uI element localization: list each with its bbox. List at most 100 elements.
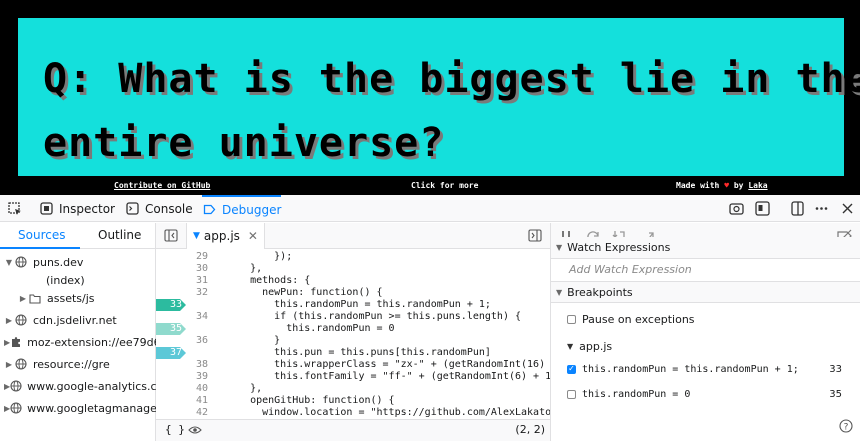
toggle-sources-icon[interactable] (164, 229, 178, 245)
code-line[interactable]: 36 } (156, 335, 550, 347)
line-number[interactable]: 32 (156, 287, 210, 299)
breakpoint-code: this.randomPun = this.randomPun + 1; (582, 363, 799, 375)
line-number[interactable]: 31 (156, 275, 210, 287)
breakpoint-file-row[interactable]: ▼ app.js (551, 337, 860, 355)
heart-icon: ♥ (724, 181, 730, 190)
line-number[interactable]: 33 (156, 299, 184, 311)
tab-sources[interactable]: Sources (18, 228, 65, 242)
code-line[interactable]: 38 this.wrapperClass = "zx-" + (getRando… (156, 359, 550, 371)
click-for-more-text[interactable]: Click for more (411, 181, 478, 190)
pretty-print-button[interactable]: { } (165, 423, 185, 436)
breakpoint-checkbox[interactable] (567, 389, 576, 399)
editor-status-bar: { } (2, 2) (156, 419, 550, 441)
picker-icon (8, 201, 22, 216)
code-line[interactable]: 35 this.randomPun = 0 (156, 323, 550, 335)
code-line[interactable]: 40 }, (156, 383, 550, 395)
breakpoint-line: 35 (829, 388, 842, 400)
made-with-credit: Made with ♥ by Laka (676, 181, 768, 190)
author-link[interactable]: Laka (748, 181, 767, 190)
tab-inspector-label: Inspector (59, 201, 115, 216)
tree-item-index[interactable]: (index) (0, 271, 156, 289)
chevron-down-icon: ▼ (556, 287, 563, 297)
add-watch-expression-input[interactable]: Add Watch Expression (569, 263, 692, 276)
tree-item-puns-dev[interactable]: ▼ puns.dev (0, 253, 156, 271)
line-number[interactable]: 35 (156, 323, 184, 335)
tree-label: www.googletagmanager (27, 401, 156, 415)
line-number[interactable]: 34 (156, 311, 210, 323)
tree-label: cdn.jsdelivr.net (33, 313, 117, 327)
tab-inspector[interactable]: Inspector (39, 195, 115, 222)
code-line[interactable]: 37 this.pun = this.puns[this.randomPun] (156, 347, 550, 359)
cursor-position: (2, 2) (515, 423, 545, 436)
tree-item-cdn[interactable]: ▶ cdn.jsdelivr.net (0, 311, 156, 329)
toggle-debugger-pane-icon[interactable] (528, 229, 542, 245)
pause-on-exceptions-row[interactable]: Pause on exceptions (551, 310, 860, 328)
line-number[interactable]: 36 (156, 335, 210, 347)
debugger-icon (202, 203, 216, 217)
code-text: window.location = "https://github.com/Al… (226, 407, 551, 418)
tree-item-googletagmanager[interactable]: ▶ www.googletagmanager (0, 399, 156, 417)
code-line[interactable]: 30 }, (156, 263, 550, 275)
tree-item-google-analytics[interactable]: ▶ www.google-analytics.c (0, 377, 156, 395)
code-line[interactable]: 34 if (this.randomPun >= this.puns.lengt… (156, 311, 550, 323)
code-text: openGitHub: function() { (226, 395, 395, 406)
question-panel[interactable]: Q: What is the biggest lie in the entire… (18, 18, 860, 176)
tree-item-moz-extension[interactable]: ▶ moz-extension://ee79d6 (0, 333, 156, 351)
breakpoint-code: this.randomPun = 0 (582, 388, 691, 400)
close-tab-icon[interactable]: ✕ (248, 229, 258, 243)
help-icon[interactable]: ? (839, 419, 853, 436)
code-line[interactable]: 41 openGitHub: function() { (156, 395, 550, 407)
tab-console[interactable]: Console (125, 195, 193, 222)
tab-outline[interactable]: Outline (98, 228, 141, 242)
breakpoint-line: 33 (829, 363, 842, 375)
close-icon[interactable] (840, 201, 855, 216)
code-text: if (this.randomPun >= this.puns.length) … (226, 311, 522, 322)
code-text: this.pun = this.puns[this.randomPun] (226, 347, 491, 358)
line-number[interactable]: 30 (156, 263, 210, 275)
line-number[interactable]: 38 (156, 359, 210, 371)
line-number[interactable]: 41 (156, 395, 210, 407)
code-line[interactable]: 32 newPun: function() { (156, 287, 550, 299)
line-number[interactable]: 42 (156, 407, 210, 419)
tab-console-label: Console (145, 201, 193, 216)
code-line[interactable]: 39 this.fontFamily = "ff-" + (getRandomI… (156, 371, 550, 383)
contribute-link[interactable]: Contribute on GitHub (114, 181, 210, 190)
code-text: this.randomPun = this.randomPun + 1; (226, 299, 491, 310)
tree-label: (index) (46, 273, 85, 287)
code-line[interactable]: 29 }); (156, 251, 550, 263)
screenshot-icon[interactable] (729, 201, 744, 216)
line-number[interactable]: 39 (156, 371, 210, 383)
made-with-label: Made with (676, 181, 720, 190)
breakpoints-header[interactable]: ▼ Breakpoints (551, 281, 860, 303)
tree-label: resource://gre (33, 357, 110, 371)
element-picker-button[interactable] (8, 195, 28, 222)
eye-icon[interactable] (188, 425, 202, 438)
pause-on-exceptions-label: Pause on exceptions (582, 312, 695, 326)
breakpoint-row[interactable]: this.randomPun = 0 35 (551, 385, 860, 403)
active-tab-indicator (0, 247, 80, 249)
breakpoint-file-label: app.js (579, 339, 613, 353)
watch-expressions-header[interactable]: ▼ Watch Expressions (551, 237, 860, 259)
file-tab-app-js[interactable]: ▼ app.js ✕ (186, 223, 265, 249)
code-line[interactable]: 33 this.randomPun = this.randomPun + 1; (156, 299, 550, 311)
line-number[interactable]: 40 (156, 383, 210, 395)
tab-debugger[interactable]: Debugger (202, 195, 282, 222)
code-line[interactable]: 31 methods: { (156, 275, 550, 287)
breakpoint-row[interactable]: ✓ this.randomPun = this.randomPun + 1; 3… (551, 360, 860, 378)
line-number[interactable]: 37 (156, 347, 184, 359)
chevron-down-icon: ▼ (5, 257, 13, 267)
debugger-sidebar: ▼ Watch Expressions Add Watch Expression… (551, 223, 860, 441)
more-options-icon[interactable] (814, 201, 829, 216)
dock-icon[interactable] (790, 201, 805, 216)
tree-item-resource-gre[interactable]: ▶ resource://gre (0, 355, 156, 373)
line-number[interactable]: 29 (156, 251, 210, 263)
tree-label: www.google-analytics.c (27, 379, 156, 393)
tree-item-assets-js[interactable]: ▶ assets/js (0, 289, 156, 307)
responsive-mode-icon[interactable] (755, 201, 770, 216)
pause-on-exceptions-checkbox[interactable] (567, 314, 576, 324)
devtools-panel: Inspector Console Debugger Sources Outli… (0, 195, 860, 441)
globe-icon (10, 380, 22, 392)
breakpoints-label: Breakpoints (567, 285, 633, 299)
code-line[interactable]: 42 window.location = "https://github.com… (156, 407, 551, 419)
breakpoint-checkbox-checked[interactable]: ✓ (567, 364, 576, 374)
